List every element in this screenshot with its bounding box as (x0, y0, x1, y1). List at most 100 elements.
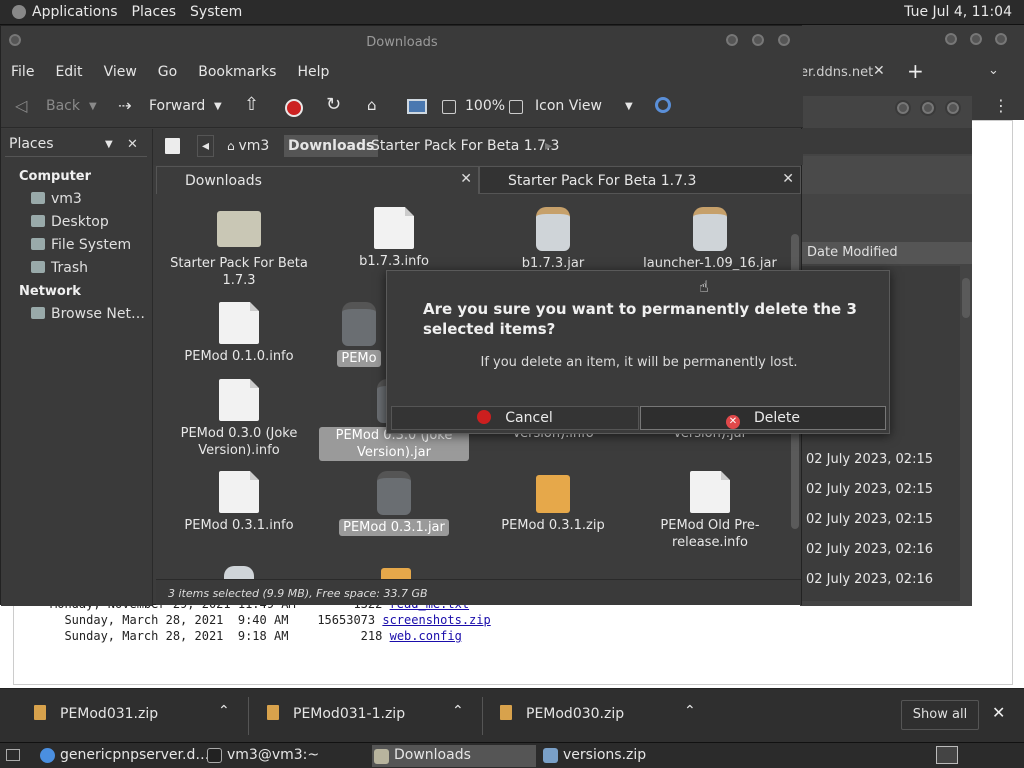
menu-file[interactable]: File (11, 64, 34, 80)
menu-bookmarks[interactable]: Bookmarks (198, 64, 276, 80)
back-button[interactable]: Back (46, 98, 80, 114)
view-mode-select[interactable]: Icon View (535, 98, 602, 114)
close-tab-icon[interactable]: ✕ (873, 63, 885, 79)
taskbar-item-versions[interactable]: versions.zip (541, 747, 646, 763)
close-tab-icon[interactable]: ✕ (782, 171, 794, 187)
browser-menu-icon[interactable]: ⋮ (993, 96, 1009, 115)
file-item[interactable]: launcher-1.09_16.jar (635, 207, 785, 272)
minimize-button[interactable] (724, 32, 740, 48)
file-item[interactable]: PEMod 0.1.0.info (164, 302, 314, 365)
win2-close-button[interactable] (945, 100, 961, 116)
menu-help[interactable]: Help (297, 64, 329, 80)
menu-view[interactable]: View (104, 64, 137, 80)
tab-starter-pack[interactable]: Starter Pack For Beta 1.7.3 ✕ (479, 166, 801, 194)
file-item[interactable]: b1.7.3.jar (478, 207, 628, 272)
download-item[interactable]: PEMod031.zip (34, 705, 158, 722)
dialog-title: Are you sure you want to permanently del… (423, 300, 857, 338)
cancel-button[interactable]: Cancel (391, 406, 639, 430)
file-item[interactable]: PEMod 0.3.0 (Joke Version).info (164, 379, 314, 459)
sidebar-dropdown-icon[interactable]: ▼ (105, 139, 113, 150)
sidebar-item-file-system[interactable]: File System (31, 237, 131, 253)
divider (248, 697, 249, 735)
file-item[interactable]: b1.7.3.info (319, 207, 469, 270)
system-menu[interactable]: System (190, 4, 242, 20)
forward-button[interactable]: Forward (149, 98, 205, 114)
places-menu[interactable]: Places (132, 4, 177, 20)
cancel-icon (477, 410, 492, 424)
workspace-switcher-icon[interactable] (936, 746, 958, 764)
computer-icon[interactable] (407, 99, 427, 114)
sidebar-close-icon[interactable]: ✕ (127, 137, 138, 152)
chevron-up-icon[interactable]: ⌃ (452, 703, 464, 719)
show-all-button[interactable]: Show all (901, 700, 979, 730)
reload-icon[interactable]: ↻ (326, 94, 341, 115)
delete-button[interactable]: ✕ Delete (640, 406, 886, 430)
listing-link[interactable]: web.config (390, 629, 462, 643)
path-downloads[interactable]: Downloads (284, 135, 379, 157)
taskbar-item-browser[interactable]: genericpnpserver.d… (38, 747, 209, 763)
zoom-out-icon[interactable] (442, 100, 456, 114)
download-item[interactable]: PEMod031-1.zip (267, 705, 405, 722)
taskbar-item-terminal[interactable]: vm3@vm3:~ (205, 747, 319, 763)
home-icon[interactable]: ⌂ (367, 96, 377, 114)
zoom-in-icon[interactable] (509, 100, 523, 114)
win2-minimize-button[interactable] (895, 100, 911, 116)
zip-file-icon (500, 705, 512, 720)
up-arrow-icon[interactable]: ⇧ (244, 94, 259, 115)
sidebar-item-trash[interactable]: Trash (31, 260, 88, 276)
browser-maximize-button[interactable] (968, 31, 984, 47)
stop-icon[interactable] (285, 99, 303, 117)
chevron-up-icon[interactable]: ⌃ (684, 703, 696, 719)
sidebar-item-vm3[interactable]: vm3 (31, 191, 82, 207)
zoom-level[interactable]: 100% (465, 98, 505, 114)
listing-row: Sunday, March 28, 2021 9:40 AM 15653073 … (64, 613, 491, 627)
path-back-icon[interactable]: ◂ (197, 135, 215, 157)
download-item[interactable]: PEMod030.zip (500, 705, 624, 722)
dialog-message: If you delete an item, it will be perman… (480, 355, 798, 370)
date-modified-header[interactable]: Date Modified (800, 242, 972, 264)
show-desktop-icon[interactable] (6, 749, 20, 761)
search-icon[interactable] (655, 97, 671, 113)
maximize-button[interactable] (750, 32, 766, 48)
clock[interactable]: Tue Jul 4, 11:04 (904, 4, 1012, 20)
win2-scrollbar[interactable] (960, 266, 972, 580)
browser-minimize-button[interactable] (943, 31, 959, 47)
tab-downloads[interactable]: Downloads ✕ (156, 166, 479, 194)
chevron-down-icon[interactable]: ⌄ (988, 63, 999, 78)
applications-menu[interactable]: Applications (32, 4, 118, 20)
close-button[interactable] (776, 32, 792, 48)
forward-arrow-icon: ⇢ (118, 96, 132, 115)
menu-edit[interactable]: Edit (55, 64, 82, 80)
back-history-icon[interactable]: ▼ (89, 101, 97, 112)
browser-close-button[interactable] (993, 31, 1009, 47)
zip-file-icon (267, 705, 279, 720)
back-arrow-icon: ◁ (15, 96, 28, 115)
file-item[interactable]: PEMod 0.3.1.info (164, 471, 314, 534)
win2-scroll-thumb[interactable] (962, 278, 970, 318)
taskbar-item-downloads[interactable]: Downloads (372, 745, 536, 767)
file-item[interactable]: Starter Pack For Beta 1.7.3 (164, 207, 314, 289)
path-forward-icon[interactable]: ▸ (541, 138, 556, 154)
close-shelf-icon[interactable]: ✕ (992, 703, 1005, 722)
folder-icon (217, 211, 261, 247)
win2-maximize-button[interactable] (920, 100, 936, 116)
file-item[interactable]: PEMod 0.3.1.jar (319, 471, 469, 536)
archive-icon (543, 748, 558, 763)
file-item[interactable]: PEMod Old Pre-release.info (635, 471, 785, 551)
view-mode-dropdown-icon[interactable]: ▼ (625, 101, 633, 112)
sidebar-item-desktop[interactable]: Desktop (31, 214, 109, 230)
window-menu-button[interactable] (7, 32, 23, 48)
listing-link[interactable]: screenshots.zip (382, 613, 490, 627)
edit-location-icon[interactable] (165, 138, 180, 154)
window-titlebar[interactable]: Downloads (1, 26, 803, 58)
sidebar-selector[interactable]: Places ▼ (5, 133, 147, 157)
menu-go[interactable]: Go (158, 64, 177, 80)
sidebar-item-browse-network[interactable]: Browse Net… (31, 306, 145, 322)
forward-history-icon[interactable]: ▼ (214, 101, 222, 112)
path-vm3[interactable]: ⌂ vm3 (223, 138, 273, 154)
chevron-up-icon[interactable]: ⌃ (218, 703, 230, 719)
path-starter-pack[interactable]: Starter Pack For Beta 1.7.3 (367, 138, 563, 154)
close-tab-icon[interactable]: ✕ (460, 171, 472, 187)
file-item[interactable]: PEMod 0.3.1.zip (478, 471, 628, 534)
new-tab-icon[interactable]: + (907, 59, 924, 83)
